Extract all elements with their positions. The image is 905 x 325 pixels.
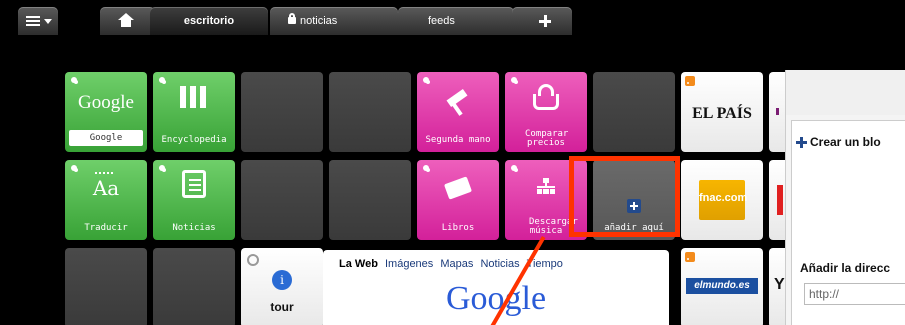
side-panel-header: [786, 70, 905, 115]
lock-icon-shackle: [289, 13, 295, 19]
tab-feeds-label: feeds: [428, 15, 455, 27]
fnac-logo: fnac.com: [699, 180, 748, 220]
plus-icon: [539, 15, 551, 27]
tile-libros[interactable]: Libros: [417, 160, 499, 240]
tile-google-label: Google: [69, 130, 143, 146]
tile-empty[interactable]: [241, 72, 323, 152]
tile-tour-label: tour: [270, 300, 294, 314]
books-icon: [180, 86, 206, 108]
tile-noticias-label: Noticias: [172, 223, 216, 233]
basket-handle-icon: [538, 84, 554, 96]
fnac-logo-text: fnac.com: [699, 192, 748, 204]
home-icon: [118, 13, 134, 20]
pin-icon: [511, 77, 517, 83]
tab-bar: escritorio noticias feeds: [0, 0, 905, 40]
plus-icon: [796, 137, 807, 148]
tile-encyclopedia-label: Encyclopedia: [161, 135, 227, 145]
google-logo: Google: [445, 280, 547, 317]
tab-escritorio-label: escritorio: [183, 15, 235, 27]
tile-empty[interactable]: [593, 72, 675, 152]
translate-icon-dots: [95, 172, 115, 174]
menu-button[interactable]: [18, 7, 58, 35]
el-pais-logo: EL PAÍS: [692, 105, 752, 122]
tile-partial-mark: Y: [774, 276, 785, 293]
url-input[interactable]: http://: [804, 283, 905, 305]
side-panel-body: Crear un blo Añadir la direcc http://: [791, 120, 905, 325]
rss-icon: [685, 252, 695, 262]
tile-tour[interactable]: i tour: [241, 248, 323, 325]
pin-icon: [423, 77, 429, 83]
tile-descargar-musica-label: Descargar música: [529, 217, 578, 236]
tile-empty[interactable]: [329, 72, 411, 152]
tile-el-pais[interactable]: EL PAÍS: [681, 72, 763, 152]
tile-comparar-precios[interactable]: Comparar precios: [505, 72, 587, 152]
tile-empty[interactable]: [65, 248, 147, 325]
search-link-maps[interactable]: Mapas: [440, 258, 473, 270]
tile-empty[interactable]: [153, 248, 235, 325]
tile-traducir[interactable]: Aa Traducir: [65, 160, 147, 240]
gavel-icon: [446, 88, 468, 108]
tile-encyclopedia[interactable]: Encyclopedia: [153, 72, 235, 152]
book-icon: [443, 176, 473, 200]
search-link-images[interactable]: Imágenes: [385, 258, 433, 270]
tab-escritorio[interactable]: escritorio: [150, 7, 268, 35]
tile-noticias[interactable]: Noticias: [153, 160, 235, 240]
pin-icon: [423, 165, 429, 171]
chevron-down-icon: [44, 19, 52, 24]
tile-segunda-mano[interactable]: Segunda mano: [417, 72, 499, 152]
pin-icon: [71, 165, 77, 171]
add-address-label: Añadir la direcc: [800, 261, 891, 275]
tile-comparar-precios-label: Comparar precios: [525, 129, 569, 148]
tile-partial-mark: [777, 185, 783, 215]
newspaper-icon: [182, 170, 206, 198]
tab-noticias[interactable]: noticias: [270, 7, 398, 35]
pin-icon: [71, 77, 77, 83]
network-icon: [537, 178, 555, 194]
tile-libros-label: Libros: [441, 223, 475, 233]
search-link-news[interactable]: Noticias: [480, 258, 519, 270]
tile-google[interactable]: Google Google: [65, 72, 147, 152]
tile-traducir-label: Traducir: [84, 223, 128, 233]
side-panel: Crear un blo Añadir la direcc http://: [785, 70, 905, 325]
pin-icon: [159, 77, 165, 83]
list-icon: [26, 16, 40, 26]
elmundo-logo: elmundo.es: [686, 278, 758, 294]
tile-elmundo[interactable]: elmundo.es: [681, 248, 763, 325]
create-blog-link[interactable]: Crear un blo: [810, 135, 881, 149]
tile-fnac[interactable]: fnac.com: [681, 160, 763, 240]
tile-partial-mark: [776, 108, 779, 115]
gears-icon: [247, 254, 259, 266]
info-icon: i: [272, 270, 292, 290]
tab-home[interactable]: [100, 7, 155, 35]
tile-segunda-mano-label: Segunda mano: [425, 135, 491, 145]
translate-icon: Aa: [92, 176, 120, 200]
tile-empty[interactable]: [241, 160, 323, 240]
tab-feeds[interactable]: feeds: [398, 7, 514, 35]
add-tab-button[interactable]: [512, 7, 572, 35]
rss-icon: [685, 76, 695, 86]
basket-icon: [533, 94, 559, 110]
search-link-web[interactable]: La Web: [339, 258, 378, 270]
tile-empty[interactable]: [329, 160, 411, 240]
pin-icon: [511, 165, 517, 171]
highlight-box: [569, 156, 680, 237]
pin-icon: [159, 165, 165, 171]
gavel-handle-icon: [451, 102, 463, 116]
tab-noticias-label: noticias: [300, 15, 338, 27]
home-icon-body: [121, 20, 131, 27]
google-logo: Google: [78, 92, 134, 113]
